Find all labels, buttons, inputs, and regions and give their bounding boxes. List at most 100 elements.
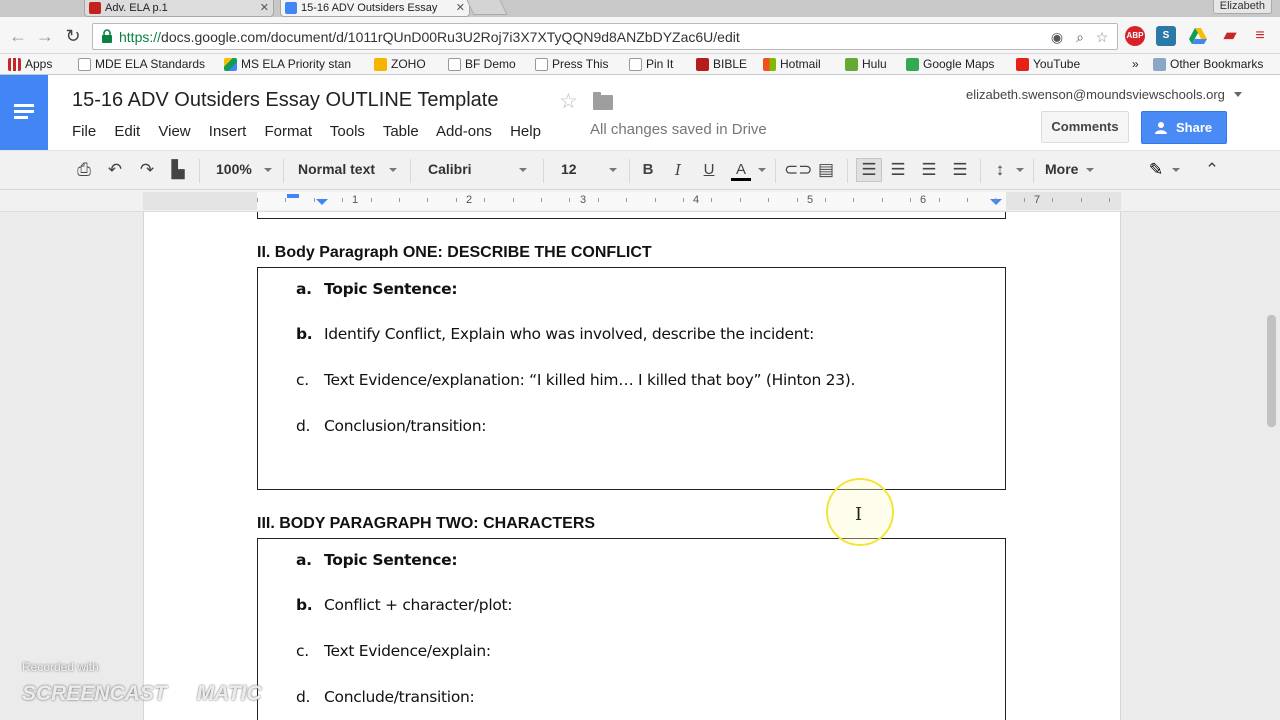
font-size-select[interactable]: 12 — [561, 161, 577, 177]
other-bookmarks-folder[interactable]: Other Bookmarks — [1153, 57, 1263, 71]
chevron-down-icon — [264, 168, 272, 172]
chevron-down-icon — [1086, 168, 1094, 172]
menu-insert[interactable]: Insert — [209, 123, 247, 140]
ruler-tick — [427, 198, 428, 202]
menu-table[interactable]: Table — [383, 123, 419, 140]
new-tab-button[interactable] — [466, 0, 508, 15]
section-heading[interactable]: III. BODY PARAGRAPH TWO: CHARACTERS — [257, 515, 595, 533]
align-left-icon[interactable]: ☰ — [856, 158, 882, 182]
undo-icon[interactable]: ↶ — [105, 160, 125, 180]
bookmark-item[interactable]: Press This — [535, 57, 608, 71]
italic-icon[interactable]: I — [668, 160, 688, 180]
comments-button[interactable]: Comments — [1041, 111, 1129, 143]
menu-file[interactable]: File — [72, 123, 96, 140]
vertical-scrollbar[interactable] — [1267, 315, 1276, 427]
print-icon[interactable]: ⎙ — [74, 160, 94, 180]
bold-icon[interactable]: B — [638, 160, 658, 180]
share-button[interactable]: Share — [1141, 111, 1227, 144]
zoom-icon[interactable]: ⌕ — [1071, 28, 1089, 46]
account-email[interactable]: elizabeth.swenson@moundsviewschools.org — [966, 87, 1225, 102]
editing-mode-pencil-icon[interactable]: ✎ — [1146, 160, 1166, 180]
docs-header: 15-16 ADV Outsiders Essay OUTLINE Templa… — [0, 75, 1280, 150]
outline-box[interactable]: a. Topic Sentence: b. Conflict + charact… — [257, 538, 1006, 720]
profile-button[interactable]: Elizabeth — [1212, 0, 1272, 14]
text-color-icon[interactable]: A — [731, 160, 751, 181]
adblock-icon[interactable]: ABP — [1125, 26, 1145, 46]
save-status[interactable]: All changes saved in Drive — [590, 121, 767, 138]
chevron-down-icon — [758, 168, 766, 172]
bookmark-item[interactable]: Hulu — [845, 57, 887, 71]
bookmark-item[interactable]: MDE ELA Standards — [78, 57, 205, 71]
tab-close-icon[interactable]: ✕ — [456, 1, 465, 14]
browser-tab[interactable]: Adv. ELA p.1 ✕ — [84, 0, 274, 17]
maps-icon — [906, 58, 919, 71]
line-spacing-icon[interactable]: ↕ — [990, 160, 1010, 180]
collapse-header-icon[interactable]: ⌃ — [1202, 160, 1222, 180]
left-indent-marker[interactable] — [316, 199, 328, 205]
page-icon — [78, 58, 91, 71]
browser-tab-active[interactable]: 15-16 ADV Outsiders Essay ✕ — [280, 0, 470, 17]
ruler[interactable]: 1 2 3 4 5 6 7 — [0, 190, 1280, 212]
ruler-tick — [1081, 198, 1082, 202]
menu-edit[interactable]: Edit — [114, 123, 140, 140]
scribd-icon[interactable]: S — [1156, 26, 1176, 46]
section-heading[interactable]: II. Body Paragraph ONE: DESCRIBE THE CON… — [257, 244, 652, 262]
menu-tools[interactable]: Tools — [330, 123, 365, 140]
bookmark-item[interactable]: YouTube — [1016, 57, 1080, 71]
ruler-tick — [740, 198, 741, 202]
paint-format-icon[interactable]: ▙ — [168, 160, 188, 180]
menu-bar: File Edit View Insert Format Tools Table… — [72, 123, 555, 140]
menu-view[interactable]: View — [158, 123, 190, 140]
justify-icon[interactable]: ☰ — [950, 160, 970, 180]
more-bookmarks-chevron[interactable]: » — [1132, 57, 1139, 71]
apps-grid-icon — [8, 58, 21, 71]
style-select[interactable]: Normal text — [298, 161, 375, 177]
forward-arrow-icon[interactable]: → — [35, 26, 55, 46]
menu-format[interactable]: Format — [264, 123, 312, 140]
first-line-indent-marker[interactable] — [287, 194, 299, 198]
back-arrow-icon[interactable]: ← — [8, 26, 28, 46]
zoom-select[interactable]: 100% — [216, 161, 252, 177]
tab-close-icon[interactable]: ✕ — [260, 1, 269, 14]
google-drive-icon[interactable] — [1188, 26, 1208, 46]
font-select[interactable]: Calibri — [428, 161, 472, 177]
camera-icon[interactable]: ◉ — [1048, 28, 1066, 46]
underline-icon[interactable]: U — [699, 160, 719, 180]
bookmark-item[interactable]: Pin It — [629, 57, 673, 71]
ruler-tick — [598, 198, 599, 202]
docs-favicon-icon — [285, 2, 297, 14]
outline-box[interactable]: a. Topic Sentence: b. Identify Conflict,… — [257, 267, 1006, 490]
bookmark-item[interactable]: MS ELA Priority stan — [224, 57, 351, 71]
address-bar[interactable]: https://docs.google.com/document/d/1011r… — [92, 23, 1118, 50]
comment-icon[interactable]: ▤ — [816, 160, 836, 180]
align-center-icon[interactable]: ☰ — [888, 160, 908, 180]
document-canvas[interactable]: II. Body Paragraph ONE: DESCRIBE THE CON… — [0, 212, 1280, 720]
more-button[interactable]: More — [1045, 161, 1078, 177]
star-icon[interactable]: ☆ — [559, 89, 578, 114]
page-icon — [535, 58, 548, 71]
menu-icon[interactable]: ≡ — [1250, 26, 1270, 46]
account-dropdown-icon[interactable] — [1234, 92, 1242, 97]
bookmark-item[interactable]: BF Demo — [448, 57, 516, 71]
ruler-label: 7 — [1034, 194, 1041, 206]
right-indent-marker[interactable] — [990, 199, 1002, 205]
docs-home-icon[interactable] — [0, 75, 48, 150]
move-to-folder-icon[interactable] — [593, 92, 613, 110]
bookmark-apps[interactable]: Apps — [8, 57, 52, 71]
link-icon[interactable]: ⊂⊃ — [784, 160, 813, 180]
document-title[interactable]: 15-16 ADV Outsiders Essay OUTLINE Templa… — [72, 89, 498, 112]
reload-icon[interactable]: ↻ — [63, 26, 83, 46]
redo-icon[interactable]: ↷ — [137, 160, 157, 180]
bookmark-item[interactable]: BIBLE — [696, 57, 747, 71]
menu-help[interactable]: Help — [510, 123, 541, 140]
ruler-tick — [711, 198, 712, 202]
bookmark-item[interactable]: ZOHO — [374, 57, 426, 71]
align-right-icon[interactable]: ☰ — [919, 160, 939, 180]
bookmark-star-icon[interactable]: ☆ — [1093, 28, 1111, 46]
ruler-tick — [541, 198, 542, 202]
bookmark-item[interactable]: Google Maps — [906, 57, 994, 71]
couch-icon[interactable]: ▰ — [1220, 26, 1240, 46]
bookmark-item[interactable]: Hotmail — [763, 57, 821, 71]
menu-addons[interactable]: Add-ons — [436, 123, 492, 140]
ruler-tick — [995, 198, 996, 202]
